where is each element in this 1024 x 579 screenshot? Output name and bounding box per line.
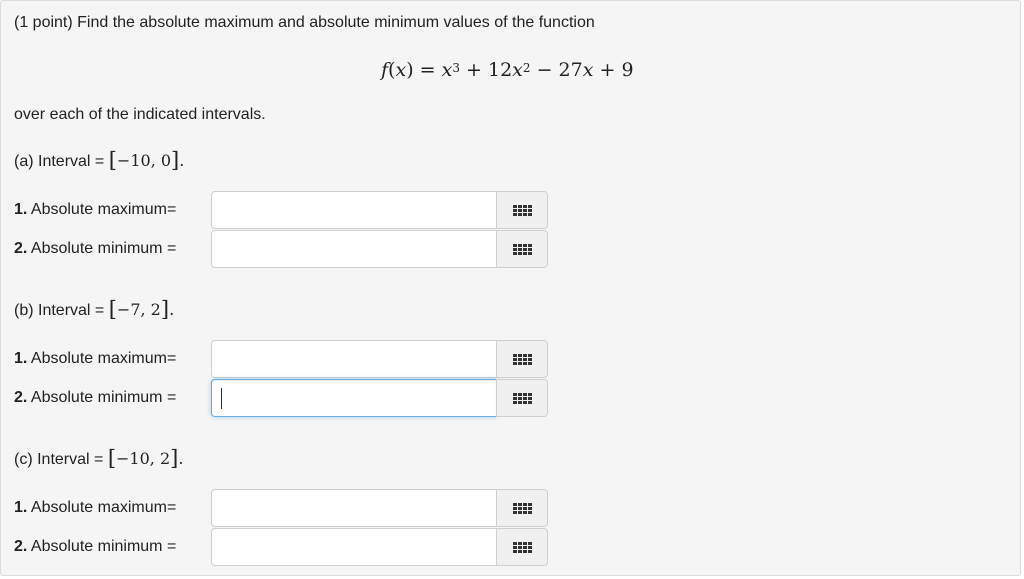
part-b-min-input[interactable]	[211, 379, 497, 417]
formula-minus: −	[536, 59, 553, 81]
formula-term3-coef: 27	[558, 59, 583, 81]
formula-term2-coef: 12	[487, 59, 513, 81]
row-number: 2.	[14, 538, 28, 555]
interval-label: (c) Interval =	[14, 451, 104, 468]
part-a-label: (a) Interval = [−10, 0].	[14, 149, 184, 172]
part-b-max-input[interactable]	[211, 340, 497, 378]
part-b-min-label: 2. Absolute minimum =	[14, 388, 176, 408]
part-a-max-input[interactable]	[211, 191, 497, 229]
grid-icon	[512, 392, 532, 404]
formula-term1-var: x	[441, 59, 453, 81]
grid-icon	[512, 541, 532, 553]
grid-icon	[512, 243, 532, 255]
grid-icon	[512, 353, 532, 365]
part-a-max-label: 1. Absolute maximum=	[14, 200, 176, 220]
formula-term3-var: x	[582, 59, 594, 81]
part-c-min-label: 2. Absolute minimum =	[14, 537, 176, 557]
row-label: Absolute minimum =	[30, 240, 177, 257]
row-label: Absolute maximum=	[30, 350, 177, 367]
equation-editor-button[interactable]	[496, 340, 548, 378]
part-c-min-input[interactable]	[211, 528, 497, 566]
equation-editor-button[interactable]	[496, 528, 548, 566]
row-label: Absolute minimum =	[30, 538, 177, 555]
text-caret	[221, 388, 222, 409]
interval-value: [−7, 2].	[108, 297, 175, 321]
formula-constant: 9	[621, 59, 634, 81]
row-number: 1.	[14, 350, 28, 367]
part-c-max-input[interactable]	[211, 489, 497, 527]
row-label: Absolute minimum =	[30, 389, 177, 406]
equation-editor-button[interactable]	[496, 191, 548, 229]
row-number: 1.	[14, 201, 28, 218]
grid-icon	[512, 204, 532, 216]
formula-plus: +	[466, 59, 482, 81]
problem-panel: (1 point) Find the absolute maximum and …	[0, 0, 1021, 576]
part-b-label: (b) Interval = [−7, 2].	[14, 298, 174, 321]
formula-term1-exp: 3	[452, 61, 460, 75]
row-number: 1.	[14, 499, 28, 516]
formula-term2-exp: 2	[522, 61, 531, 75]
interval-label: (b) Interval =	[14, 302, 105, 319]
equation-editor-button[interactable]	[496, 379, 548, 417]
row-label: Absolute maximum=	[30, 499, 177, 516]
part-b-max-label: 1. Absolute maximum=	[14, 349, 176, 369]
row-label: Absolute maximum=	[30, 201, 177, 218]
grid-icon	[512, 502, 532, 514]
equation-editor-button[interactable]	[496, 230, 548, 268]
row-number: 2.	[14, 389, 28, 406]
interval-label: (a) Interval =	[14, 153, 105, 170]
part-c-label: (c) Interval = [−10, 2].	[14, 447, 183, 470]
interval-value: [−10, 0].	[108, 148, 185, 172]
formula-plus: +	[599, 59, 616, 81]
part-a-min-input[interactable]	[211, 230, 497, 268]
part-c-max-label: 1. Absolute maximum=	[14, 498, 176, 518]
formula-equals: =	[419, 59, 436, 81]
formula-f: f	[381, 59, 389, 81]
function-formula: f(x) = x3 + 12x2 − 27x + 9	[381, 59, 634, 81]
row-number: 2.	[14, 240, 28, 257]
over-text: over each of the indicated intervals.	[14, 106, 266, 123]
interval-value: [−10, 2].	[107, 446, 184, 470]
equation-editor-button[interactable]	[496, 489, 548, 527]
part-a-min-label: 2. Absolute minimum =	[14, 239, 176, 259]
formula-term2-var: x	[512, 59, 523, 81]
formula-var: x	[395, 59, 407, 81]
problem-intro: (1 point) Find the absolute maximum and …	[14, 14, 595, 31]
